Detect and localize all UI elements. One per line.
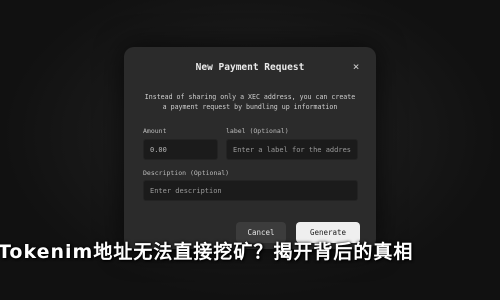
description-line-2: a payment request by bundling up informa… — [162, 102, 338, 111]
description-line-1: Instead of sharing only a XEC address, y… — [144, 93, 356, 101]
description-field-label: Description (Optional) — [143, 169, 230, 177]
new-payment-request-dialog: New Payment Request × Instead of sharing… — [124, 47, 376, 249]
dialog-description: Instead of sharing only a XEC address, y… — [138, 93, 362, 112]
label-input[interactable] — [226, 139, 358, 160]
label-field-label: label (Optional) — [226, 127, 289, 135]
dialog-title: New Payment Request — [195, 62, 305, 73]
amount-input[interactable] — [143, 139, 218, 160]
article-title-banner: Tokenim地址无法直接挖矿？揭开背后的真相 — [0, 241, 414, 263]
amount-label: Amount — [143, 127, 167, 135]
description-input[interactable] — [143, 180, 358, 201]
close-icon[interactable]: × — [350, 61, 362, 73]
